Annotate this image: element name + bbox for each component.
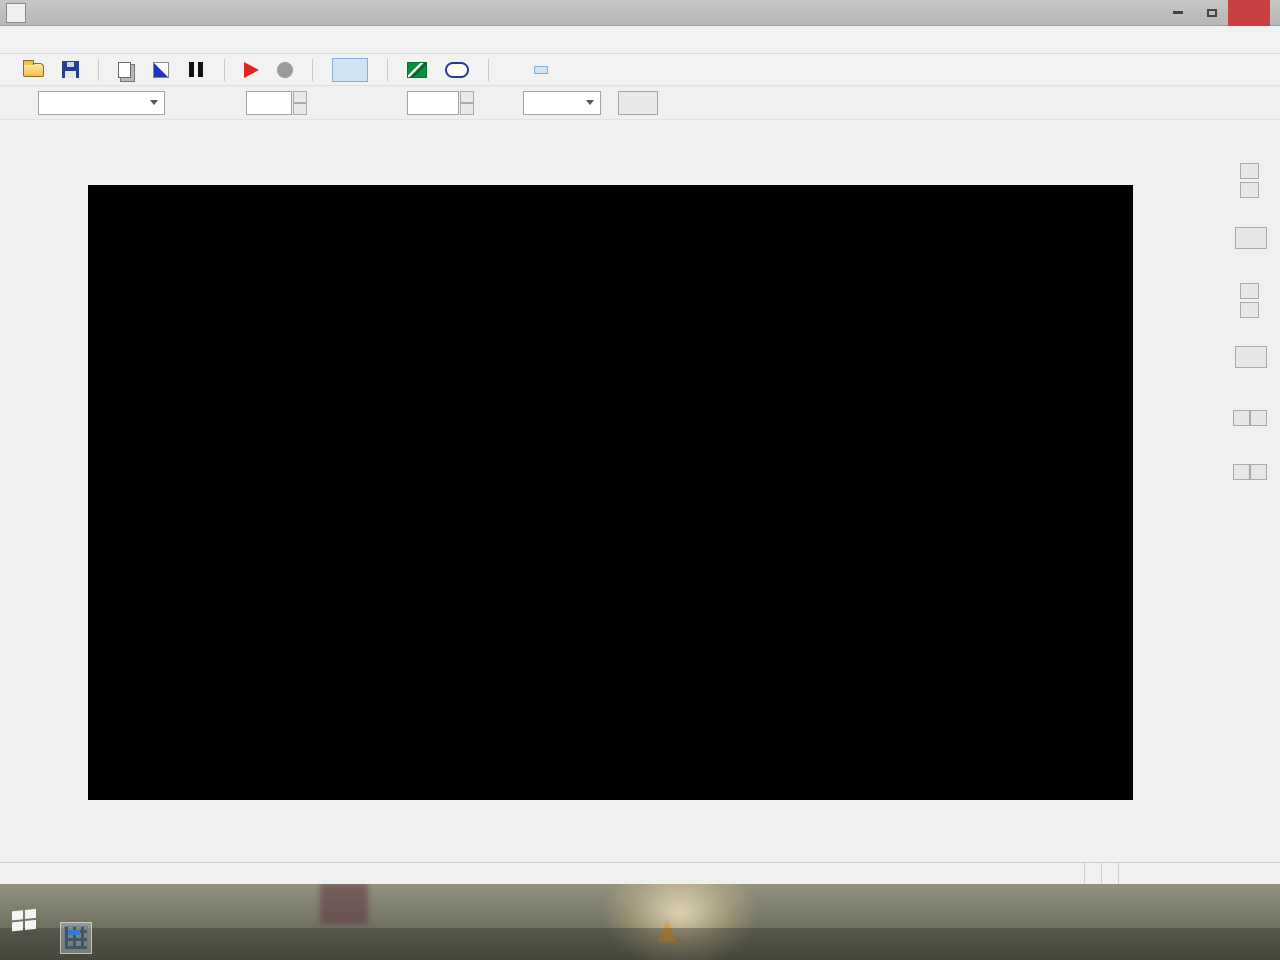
impedance-plot[interactable] — [88, 185, 1133, 800]
title-bar — [0, 0, 1280, 26]
save-button[interactable] — [62, 61, 79, 78]
reset-button[interactable] — [618, 91, 658, 115]
play-icon — [244, 61, 259, 78]
set-button[interactable] — [1235, 346, 1267, 368]
toolbar-separator — [488, 58, 489, 81]
spin-down-icon[interactable] — [460, 103, 474, 115]
menu-bar — [0, 27, 1280, 54]
chevron-down-icon — [586, 100, 594, 105]
spin-up-icon[interactable] — [460, 91, 474, 103]
pause-button[interactable] — [187, 62, 205, 77]
measurement-mode — [1118, 863, 1280, 885]
toolbar-separator — [224, 58, 225, 81]
save-floppy-icon — [62, 61, 79, 78]
blue-triangle-icon — [153, 61, 169, 78]
color-setup-button[interactable] — [153, 61, 169, 78]
chevron-down-icon — [150, 100, 158, 105]
toolbar — [0, 54, 1280, 86]
tiles-app-icon — [64, 926, 88, 950]
frlow-left-button[interactable] — [1233, 464, 1250, 480]
oscilloscope-icon — [445, 61, 469, 78]
fstart-spinner[interactable] — [293, 91, 307, 115]
toolbar-separator — [98, 58, 99, 81]
record-circle-icon — [277, 61, 293, 78]
spin-down-icon[interactable] — [293, 103, 307, 115]
wallpaper-detail — [320, 884, 368, 924]
start-measurement-button[interactable] — [244, 61, 259, 78]
pause-icon — [198, 62, 203, 77]
copy-button[interactable] — [118, 61, 135, 78]
min-up-button[interactable] — [1240, 283, 1259, 299]
pause-icon — [189, 62, 194, 77]
maximize-button[interactable] — [1196, 0, 1228, 26]
minimize-button[interactable] — [1162, 0, 1194, 26]
app-icon — [6, 3, 26, 23]
wallpaper-shade — [0, 928, 1280, 960]
start-button[interactable] — [12, 908, 38, 934]
chart-panel — [0, 120, 1280, 862]
magnitude-view-button[interactable] — [508, 67, 516, 73]
avg-select[interactable] — [523, 91, 601, 115]
rlc-icon — [407, 61, 427, 78]
toolbar-separator — [387, 58, 388, 81]
left-channel-level — [1084, 863, 1101, 885]
fit-button[interactable] — [1235, 227, 1267, 249]
record-button[interactable] — [277, 61, 293, 78]
status-bar — [0, 862, 1280, 885]
spin-up-icon[interactable] — [293, 91, 307, 103]
magnitude-phase-view-button[interactable] — [534, 65, 548, 74]
frhigh-left-button[interactable] — [1233, 410, 1250, 426]
toolbar-separator — [312, 58, 313, 81]
max-up-button[interactable] — [1240, 163, 1259, 179]
open-file-button[interactable] — [23, 59, 44, 77]
copy-icon — [118, 61, 131, 78]
frlow-right-button[interactable] — [1250, 464, 1267, 480]
control-bar — [0, 87, 1280, 120]
generator-select[interactable] — [38, 91, 165, 115]
calibrate-button[interactable] — [332, 57, 368, 82]
rlc-button[interactable] — [407, 61, 427, 78]
max-down-button[interactable] — [1240, 182, 1259, 198]
open-folder-icon — [23, 59, 44, 77]
taskbar-app-tiles[interactable] — [60, 922, 92, 954]
generator-button[interactable] — [445, 61, 469, 78]
fstart-input[interactable] — [246, 91, 292, 115]
frhigh-right-button[interactable] — [1250, 410, 1267, 426]
fstop-spinner[interactable] — [460, 91, 474, 115]
right-channel-level — [1101, 863, 1118, 885]
min-down-button[interactable] — [1240, 302, 1259, 318]
fstop-input[interactable] — [407, 91, 459, 115]
close-button[interactable] — [1228, 0, 1270, 26]
taskbar — [0, 884, 1280, 960]
